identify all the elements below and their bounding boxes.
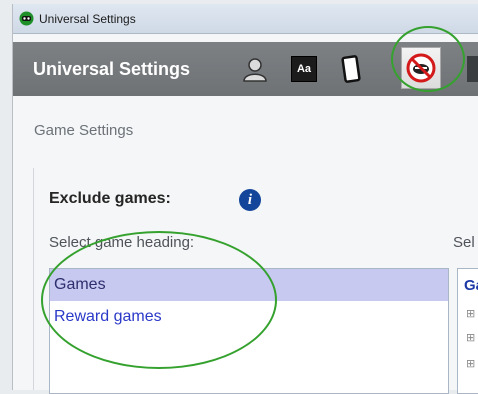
more-toolbar-button[interactable]	[467, 56, 478, 82]
select-games-label: Sel	[453, 234, 475, 251]
games-list-row[interactable]: ⊞ •	[466, 307, 478, 320]
device-icon	[341, 55, 361, 83]
game-settings-label: Game Settings	[34, 122, 134, 139]
screenshot-stage: Universal Settings Universal Settings Aa	[0, 0, 478, 394]
games-list-heading: Ga	[464, 277, 478, 294]
header-title: Universal Settings	[33, 59, 191, 79]
universal-settings-window: Universal Settings Universal Settings Aa	[12, 4, 478, 394]
user-icon	[243, 58, 267, 82]
annotation-circle-game-button	[391, 26, 465, 92]
font-settings-button[interactable]: Aa	[291, 56, 317, 82]
app-icon	[19, 11, 34, 26]
games-list-row[interactable]: ⊞ •	[466, 331, 478, 344]
device-settings-button[interactable]	[335, 53, 367, 85]
info-icon[interactable]: i	[239, 189, 261, 211]
annotation-oval-heading-list	[41, 231, 277, 369]
exclude-games-title: Exclude games:	[49, 190, 171, 207]
games-listbox[interactable]: Ga ⊞ • ⊞ • ⊞ •	[457, 268, 478, 394]
user-settings-button[interactable]	[239, 53, 271, 85]
games-list-row[interactable]: ⊞ •	[466, 357, 478, 370]
font-icon: Aa	[296, 63, 312, 75]
window-title: Universal Settings	[39, 12, 136, 26]
title-bar: Universal Settings	[13, 4, 478, 34]
